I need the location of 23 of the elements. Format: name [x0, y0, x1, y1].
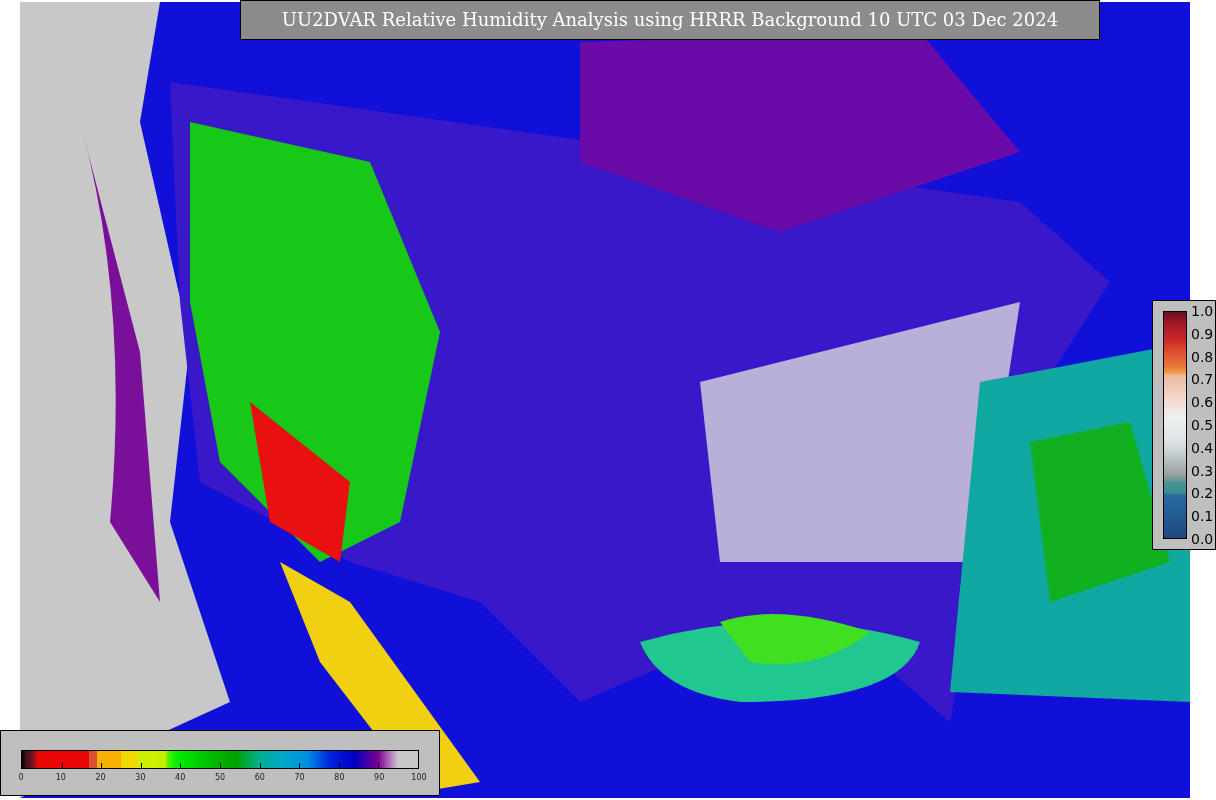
tick-label: 50: [214, 773, 226, 782]
tick-label: 0.8: [1191, 348, 1214, 365]
tick-label: 0.3: [1191, 462, 1214, 479]
map-title: UU2DVAR Relative Humidity Analysis using HRRR Background 10 UTC 03 Dec 2024: [240, 0, 1100, 40]
tick-label: 10: [55, 773, 66, 782]
tick-label: 0.2: [1191, 485, 1214, 502]
tick-label: 90: [374, 773, 385, 782]
tick-label: 100: [411, 773, 427, 782]
tick-label: 0.6: [1191, 394, 1214, 411]
tick-label: 30: [135, 773, 146, 782]
tick-label: 60: [254, 773, 265, 782]
tick-label: 0: [18, 773, 24, 782]
tick-label: 40: [175, 773, 186, 782]
tick-label: 0.0: [1191, 531, 1214, 547]
tick-label: 70: [294, 773, 305, 782]
tick-label: 0.4: [1191, 439, 1214, 456]
tick-label: 20: [95, 773, 106, 782]
tick-label: 0.7: [1191, 371, 1214, 388]
tick-label: 0.5: [1191, 417, 1214, 433]
tick-label: 0.9: [1191, 325, 1214, 342]
tick-label: 1.0: [1191, 303, 1214, 319]
tick-label: 0.1: [1191, 508, 1214, 525]
tick-label: 80: [334, 773, 345, 782]
